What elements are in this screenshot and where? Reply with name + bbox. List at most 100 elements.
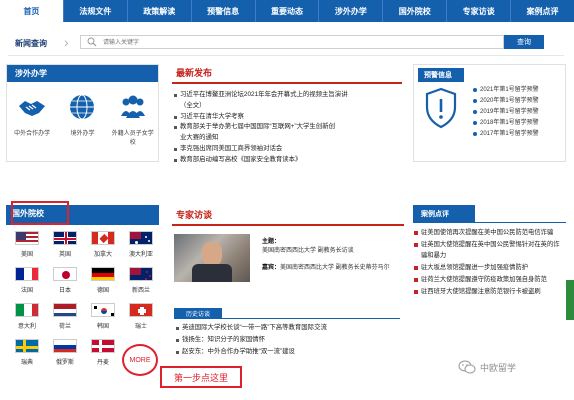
warning-item[interactable]: 2021年第1号留学预警 bbox=[472, 85, 539, 96]
country-label: 法国 bbox=[20, 288, 33, 294]
nav-cases[interactable]: 案例点评 bbox=[511, 0, 574, 22]
country-dk[interactable]: 丹麦 bbox=[84, 339, 122, 375]
divider bbox=[8, 55, 564, 56]
case-item[interactable]: 驻荷兰大使馆提醒遵守防疫政策加强自身防范 bbox=[413, 274, 563, 285]
nav-regulations[interactable]: 法规文件 bbox=[64, 0, 128, 22]
history-item[interactable]: 赵安东：中外合作办学助推“双一流”建设 bbox=[174, 346, 404, 358]
dk-flag-icon bbox=[91, 339, 115, 353]
foreign-education-title: 涉外办学 bbox=[7, 65, 158, 82]
nav-warning[interactable]: 预警信息 bbox=[192, 0, 256, 22]
news-item[interactable]: （全文） bbox=[172, 101, 402, 112]
search-input[interactable] bbox=[103, 37, 493, 48]
warning-item[interactable]: 2017年第1号留学预警 bbox=[472, 129, 539, 140]
case-item[interactable]: 驻西班牙大使馆提醒注意防范银行卡被盗刷 bbox=[413, 286, 563, 297]
expert-suit bbox=[192, 264, 232, 282]
country-uk[interactable]: 英国 bbox=[46, 231, 84, 267]
country-ch[interactable]: 瑞士 bbox=[122, 303, 160, 339]
shield-alert-icon bbox=[425, 87, 457, 129]
news-item[interactable]: 业大赛的通知 bbox=[172, 133, 402, 144]
country-nz[interactable]: 新西兰 bbox=[122, 267, 160, 303]
country-ru[interactable]: 俄罗斯 bbox=[46, 339, 84, 375]
foreign-education-item-label: 境外办学 bbox=[70, 131, 95, 137]
country-label: 韩国 bbox=[96, 324, 109, 330]
latest-news-panel: 最新发布 习近平在博鳌亚洲论坛2021年年会开幕式上的视频主旨演讲 （全文） 习近平… bbox=[172, 66, 402, 200]
nav-news[interactable]: 重要动态 bbox=[256, 0, 320, 22]
ca-flag-icon bbox=[91, 231, 115, 245]
nav-expert[interactable]: 专家访谈 bbox=[447, 0, 512, 22]
news-item[interactable]: 教育部关于举办第七届中国国际“互联网+”大学生创新创 bbox=[172, 122, 402, 133]
search-button[interactable]: 查询 bbox=[504, 35, 544, 49]
country-label: 瑞士 bbox=[134, 324, 147, 330]
latest-news-title: 最新发布 bbox=[176, 68, 213, 78]
country-se[interactable]: 瑞典 bbox=[8, 339, 46, 375]
search-box[interactable] bbox=[80, 35, 504, 49]
country-nl[interactable]: 荷兰 bbox=[46, 303, 84, 339]
top-nav: 首页 法规文件 政策解读 预警信息 重要动态 涉外办学 国外院校 专家访谈 案例… bbox=[0, 0, 574, 22]
warning-list: 2021年第1号留学预警 2020年第1号留学预警 2019年第1号留学预警 2018… bbox=[472, 85, 539, 140]
ru-flag-icon bbox=[53, 339, 77, 353]
expert-topic-label: 主题： bbox=[262, 239, 281, 245]
foreign-education-item-intl-school[interactable]: 外籍人员子女学校 bbox=[110, 92, 156, 148]
foreign-education-item-label: 外籍人员子女学校 bbox=[111, 131, 154, 146]
country-label: 新西兰 bbox=[131, 288, 150, 294]
watermark: 中欧留学 bbox=[458, 360, 516, 374]
country-au[interactable]: 澳大利亚 bbox=[122, 231, 160, 267]
expert-guest-value: 美国南密西西比大学 副教务长史蒂芬马尔 bbox=[280, 265, 390, 271]
nav-foreign-education[interactable]: 涉外办学 bbox=[319, 0, 384, 22]
case-item[interactable]: 驻大坂总领馆提醒进一步加强疫情防护 bbox=[413, 262, 563, 273]
warning-panel: 预警信息 2021年第1号留学预警 2020年第1号留学预警 2019年第1号留学预… bbox=[413, 64, 566, 162]
watermark-text: 中欧留学 bbox=[480, 362, 517, 373]
nav-foreign-schools[interactable]: 国外院校 bbox=[383, 0, 448, 22]
more-button[interactable]: MORE bbox=[122, 344, 158, 376]
se-flag-icon bbox=[15, 339, 39, 353]
country-us[interactable]: 美国 bbox=[8, 231, 46, 267]
country-label: 瑞典 bbox=[20, 360, 33, 366]
expert-photo[interactable] bbox=[174, 234, 250, 282]
foreign-education-item-overseas[interactable]: 境外办学 bbox=[59, 92, 105, 148]
country-label: 英国 bbox=[58, 252, 71, 258]
search-title: 新闻查询 bbox=[15, 39, 47, 48]
history-item[interactable]: 英迪国际大学校长谈“一带一路”下高等教育国际交流 bbox=[174, 322, 404, 334]
expert-topic-value[interactable]: 美国南密西西比大学 副教务长访谈 bbox=[262, 247, 402, 256]
country-jp[interactable]: 日本 bbox=[46, 267, 84, 303]
history-list: 英迪国际大学校长谈“一带一路”下高等教育国际交流 钱扬生：知识分子的家国情怀 赵安东… bbox=[174, 322, 404, 358]
country-label: 意大利 bbox=[17, 324, 36, 330]
country-ca[interactable]: 加拿大 bbox=[84, 231, 122, 267]
country-de[interactable]: 德国 bbox=[84, 267, 122, 303]
foreign-education-item-cooperation[interactable]: 中外合作办学 bbox=[9, 92, 55, 148]
us-flag-icon bbox=[15, 231, 39, 245]
more-wrap: MORE bbox=[122, 344, 160, 380]
side-float-tab[interactable] bbox=[566, 280, 574, 320]
news-item[interactable]: 李克强出席同美国工商界领袖对话会 bbox=[172, 144, 402, 155]
case-item[interactable]: 驻美国使馆再次提醒在美中国公民防范电信诈骗 bbox=[413, 227, 563, 238]
annotation-callout: 第一步点这里 bbox=[160, 366, 242, 388]
cases-list: 驻美国使馆再次提醒在美中国公民防范电信诈骗 驻英国大使馆提醒在英中国公民警惕针对在… bbox=[413, 223, 563, 297]
country-label: 澳大利亚 bbox=[128, 252, 153, 258]
country-label: 日本 bbox=[58, 288, 71, 294]
warning-title: 预警信息 bbox=[418, 68, 464, 82]
warning-item[interactable]: 2019年第1号留学预警 bbox=[472, 107, 539, 118]
expert-face bbox=[202, 242, 222, 266]
history-item[interactable]: 钱扬生：知识分子的家国情怀 bbox=[174, 334, 404, 346]
news-item[interactable]: 习近平在博鳌亚洲论坛2021年年会开幕式上的视频主旨演讲 bbox=[172, 90, 402, 101]
kr-flag-icon bbox=[91, 303, 115, 317]
warning-item[interactable]: 2018年第1号留学预警 bbox=[472, 118, 539, 129]
ch-flag-icon bbox=[129, 303, 153, 317]
page: 首页 法规文件 政策解读 预警信息 重要动态 涉外办学 国外院校 专家访谈 案例… bbox=[0, 0, 574, 400]
country-it[interactable]: 意大利 bbox=[8, 303, 46, 339]
expert-title: 专家访谈 bbox=[176, 210, 213, 220]
country-label: 荷兰 bbox=[58, 324, 71, 330]
warning-item[interactable]: 2020年第1号留学预警 bbox=[472, 96, 539, 107]
news-item[interactable]: 教育部启动编写高校《国家安全教育读本》 bbox=[172, 155, 402, 166]
country-label: 加拿大 bbox=[93, 252, 112, 258]
nav-policy[interactable]: 政策解读 bbox=[128, 0, 192, 22]
nav-home[interactable]: 首页 bbox=[0, 0, 64, 22]
news-item[interactable]: 习近平在清华大学考察 bbox=[172, 112, 402, 123]
country-kr[interactable]: 韩国 bbox=[84, 303, 122, 339]
foreign-education-item-label: 中外合作办学 bbox=[14, 131, 51, 137]
handshake-icon bbox=[19, 101, 46, 116]
uk-flag-icon bbox=[53, 231, 77, 245]
expert-info: 主题： 美国南密西西比大学 副教务长访谈 嘉宾：美国南密西西比大学 副教务长史蒂… bbox=[262, 238, 402, 273]
country-fr[interactable]: 法国 bbox=[8, 267, 46, 303]
case-item[interactable]: 驻英国大使馆提醒在英中国公民警惕针对在英的诈骗和暴力 bbox=[413, 239, 563, 261]
